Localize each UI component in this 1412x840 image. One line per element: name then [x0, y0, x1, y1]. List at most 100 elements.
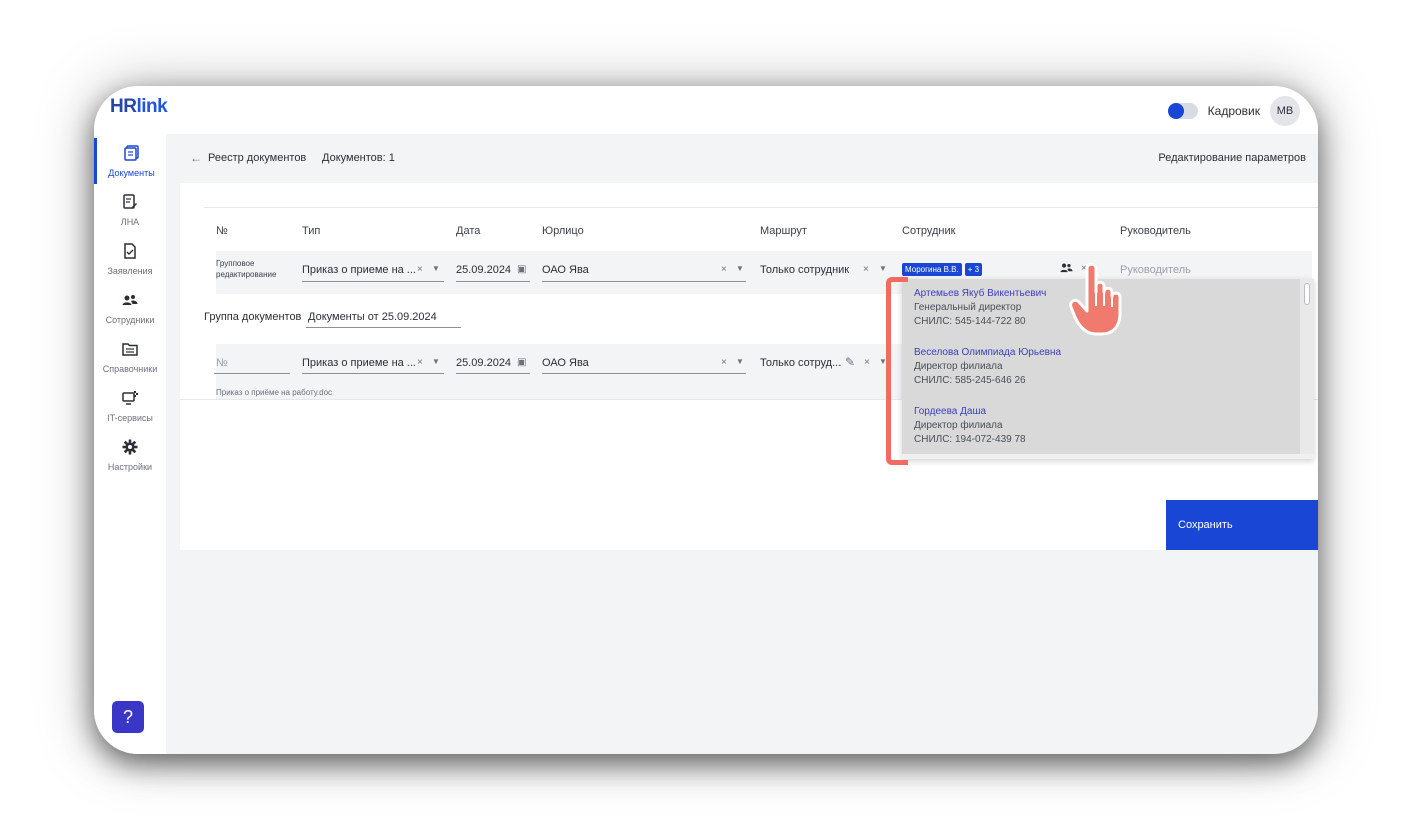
- sidebar-item-settings[interactable]: Настройки: [94, 432, 166, 478]
- option-snils: СНИЛС: 545-144-722 80: [914, 316, 1026, 327]
- it-services-icon: [122, 390, 138, 410]
- help-button[interactable]: ?: [112, 701, 144, 733]
- clear-icon[interactable]: ×: [417, 357, 423, 368]
- group-docs-label: Группа документов: [204, 311, 302, 323]
- group-entity-select[interactable]: ОАО Ява: [542, 264, 589, 276]
- clear-icon[interactable]: ×: [864, 357, 870, 368]
- doc-date-field[interactable]: 25.09.2024: [456, 357, 511, 369]
- underline: [542, 281, 746, 282]
- underline: [456, 281, 530, 282]
- column-header-entity: Юрлицо: [542, 225, 584, 237]
- lna-doc-icon: [122, 193, 138, 214]
- sidebar-item-label: Справочники: [102, 363, 158, 374]
- doc-route-select[interactable]: Только сотруд...: [760, 357, 841, 369]
- save-button[interactable]: Сохранить: [1166, 500, 1318, 550]
- logo-suffix: link: [136, 96, 168, 117]
- doc-type-select[interactable]: Приказ о приеме на ...: [302, 357, 416, 369]
- folder-icon: [122, 341, 138, 361]
- attached-file-link[interactable]: Приказ о приёме на работу.doc: [216, 388, 332, 397]
- group-docs-input[interactable]: Документы от 25.09.2024: [308, 311, 437, 323]
- gear-icon: [122, 439, 138, 459]
- dropdown-option[interactable]: Гордеева Даша Директор филиала СНИЛС: 19…: [914, 405, 1026, 447]
- sidebar-item-label: Документы: [108, 167, 155, 178]
- application-icon: [122, 242, 138, 263]
- option-snils: СНИЛС: 585-245-646 26: [914, 375, 1026, 386]
- breadcrumb-bar: ← Реестр документов Документов: 1 Редакт…: [166, 134, 1318, 183]
- option-position: Директор филиала: [914, 361, 1003, 372]
- sidebar-item-directories[interactable]: Справочники: [94, 334, 166, 380]
- chevron-down-icon[interactable]: ▼: [736, 357, 744, 366]
- back-arrow-icon[interactable]: ←: [190, 151, 202, 165]
- underline: [302, 373, 444, 374]
- underline: [302, 281, 444, 282]
- chevron-down-icon[interactable]: ▼: [432, 357, 440, 366]
- hrlink-logo[interactable]: HRlink: [110, 96, 168, 118]
- clear-icon[interactable]: ×: [721, 264, 727, 275]
- group-employee-select[interactable]: Морогина В.В. + 3: [902, 263, 985, 276]
- column-header-manager: Руководитель: [1120, 225, 1191, 237]
- breadcrumb-registry-link[interactable]: Реестр документов: [208, 152, 306, 164]
- sidebar-item-label: ЛНА: [120, 216, 140, 227]
- document-count: Документов: 1: [322, 152, 395, 164]
- sidebar-item-lna[interactable]: ЛНА: [94, 187, 166, 233]
- doc-number-input[interactable]: №: [216, 357, 228, 369]
- column-header-employee: Сотрудник: [902, 225, 956, 237]
- page-title: Редактирование параметров: [1158, 152, 1306, 164]
- chevron-down-icon[interactable]: ▼: [736, 264, 744, 273]
- group-edit-label-line2: редактирование: [216, 270, 277, 279]
- column-header-type: Тип: [302, 225, 321, 237]
- employee-tag[interactable]: Морогина В.В.: [902, 263, 962, 276]
- clear-icon[interactable]: ×: [417, 264, 423, 275]
- underline: [456, 373, 530, 374]
- option-name: Артемьев Якуб Викентьевич: [914, 288, 1047, 299]
- option-position: Директор филиала: [914, 420, 1003, 431]
- chevron-down-icon[interactable]: ▼: [432, 264, 440, 273]
- sidebar-item-it-services[interactable]: IT-сервисы: [94, 383, 166, 429]
- option-snils: СНИЛС: 194-072-439 78: [914, 434, 1026, 445]
- user-avatar[interactable]: МВ: [1270, 96, 1300, 126]
- group-date-field[interactable]: 25.09.2024: [456, 264, 511, 276]
- underline: [214, 373, 290, 374]
- dropdown-bottom-edge: [902, 454, 1314, 459]
- sidebar-item-employees[interactable]: Сотрудники: [94, 285, 166, 331]
- pencil-icon[interactable]: ✎: [845, 355, 855, 369]
- clear-icon[interactable]: ×: [721, 357, 727, 368]
- sidebar-item-label: IT-сервисы: [107, 412, 153, 423]
- group-type-select[interactable]: Приказ о приеме на ...: [302, 264, 416, 276]
- dropdown-scroll-track[interactable]: [1300, 279, 1314, 459]
- underline: [542, 373, 746, 374]
- calendar-icon[interactable]: ▣: [517, 264, 526, 275]
- doc-entity-select[interactable]: ОАО Ява: [542, 357, 589, 369]
- underline: [306, 327, 461, 328]
- documents-icon: [123, 144, 140, 165]
- column-header-date: Дата: [456, 225, 481, 237]
- logo-prefix: HR: [110, 96, 137, 117]
- sidebar: Документы ЛНА Заявления Сотрудники Справ…: [94, 134, 166, 754]
- clear-icon[interactable]: ×: [863, 264, 869, 275]
- dropdown-scrollbar-thumb[interactable]: [1304, 283, 1310, 305]
- dropdown-option[interactable]: Артемьев Якуб Викентьевич Генеральный ди…: [914, 287, 1046, 329]
- chevron-down-icon[interactable]: ▼: [879, 264, 887, 273]
- group-edit-label-line1: Групповое: [216, 259, 255, 268]
- top-bar: HRlink Кадровик МВ: [94, 86, 1318, 134]
- role-switcher: Кадровик МВ: [1167, 96, 1300, 126]
- toggle-knob: [1167, 103, 1184, 119]
- pointer-hand-icon: [1069, 262, 1122, 336]
- divider: [204, 207, 1318, 208]
- sidebar-item-documents[interactable]: Документы: [94, 138, 166, 184]
- employees-icon: [122, 292, 138, 312]
- role-toggle[interactable]: [1167, 103, 1198, 119]
- dropdown-option[interactable]: Веселова Олимпиада Юрьевна Директор фили…: [914, 346, 1061, 388]
- option-position: Генеральный директор: [914, 302, 1022, 313]
- employee-more-tag[interactable]: + 3: [964, 263, 983, 276]
- group-edit-label: Групповое редактирование: [216, 258, 276, 280]
- calendar-icon[interactable]: ▣: [517, 357, 526, 368]
- app-window: HRlink Кадровик МВ Документы ЛНА Заявлен…: [94, 86, 1318, 754]
- screenshot-stage: HRlink Кадровик МВ Документы ЛНА Заявлен…: [0, 0, 1412, 840]
- sidebar-item-label: Настройки: [107, 461, 153, 472]
- sidebar-item-label: Сотрудники: [105, 314, 155, 325]
- annotation-bracket: [886, 277, 908, 465]
- group-route-select[interactable]: Только сотрудник: [760, 264, 849, 276]
- sidebar-item-applications[interactable]: Заявления: [94, 236, 166, 282]
- option-name: Гордеева Даша: [914, 406, 987, 417]
